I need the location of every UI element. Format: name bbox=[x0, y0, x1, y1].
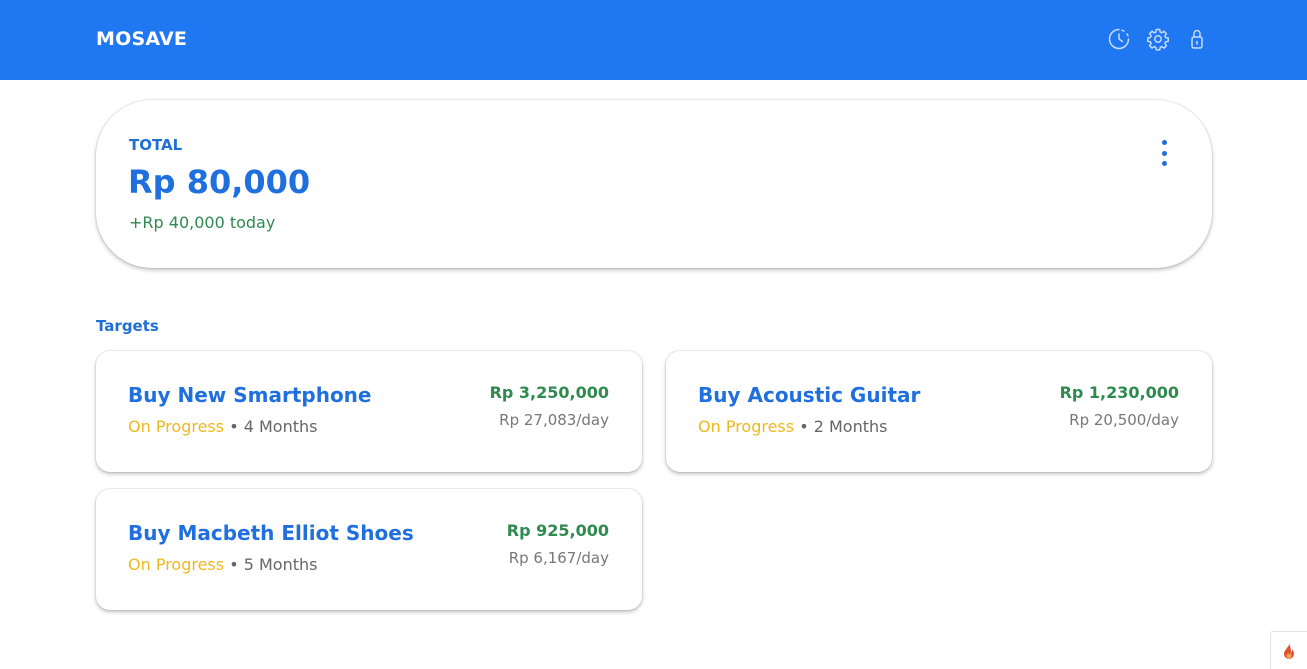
target-meta: On Progress • 5 Months bbox=[128, 555, 317, 574]
meta-separator: • bbox=[224, 417, 244, 436]
total-amount: Rp 80,000 bbox=[128, 163, 311, 201]
settings-icon[interactable] bbox=[1145, 26, 1171, 52]
more-options-icon[interactable] bbox=[1153, 138, 1175, 168]
target-meta: On Progress • 2 Months bbox=[698, 417, 887, 436]
target-title: Buy New Smartphone bbox=[128, 383, 372, 407]
brand-logo[interactable]: MOSAVE bbox=[96, 28, 187, 50]
kebab-dot bbox=[1161, 150, 1167, 156]
nav-icon-group bbox=[1106, 26, 1210, 52]
target-status: On Progress bbox=[128, 417, 225, 436]
top-navbar: MOSAVE bbox=[0, 0, 1307, 80]
lock-icon[interactable] bbox=[1184, 26, 1210, 52]
target-per-day: Rp 20,500/day bbox=[1069, 411, 1179, 429]
kebab-dot bbox=[1161, 140, 1167, 145]
meta-separator: • bbox=[224, 555, 244, 574]
kebab-dot bbox=[1161, 161, 1167, 166]
total-today-change: +Rp 40,000 today bbox=[129, 213, 276, 232]
target-meta: On Progress • 4 Months bbox=[128, 417, 317, 436]
target-amount: Rp 925,000 bbox=[506, 521, 609, 540]
target-card-guitar[interactable]: Buy Acoustic Guitar On Progress • 2 Mont… bbox=[666, 351, 1212, 472]
target-per-day: Rp 27,083/day bbox=[499, 411, 609, 429]
total-label: TOTAL bbox=[129, 136, 183, 154]
target-duration: 5 Months bbox=[243, 555, 318, 574]
target-title: Buy Acoustic Guitar bbox=[698, 383, 921, 407]
target-per-day: Rp 6,167/day bbox=[508, 549, 609, 567]
targets-section-title: Targets bbox=[96, 317, 159, 335]
total-balance-card: TOTAL Rp 80,000 +Rp 40,000 today bbox=[96, 100, 1212, 268]
target-amount: Rp 1,230,000 bbox=[1059, 383, 1179, 402]
meta-separator: • bbox=[794, 417, 814, 436]
target-duration: 4 Months bbox=[243, 417, 318, 436]
debug-toolbar-flame-icon[interactable] bbox=[1270, 631, 1307, 669]
target-amount: Rp 3,250,000 bbox=[489, 383, 609, 402]
target-card-shoes[interactable]: Buy Macbeth Elliot Shoes On Progress • 5… bbox=[96, 489, 642, 610]
target-status: On Progress bbox=[698, 417, 795, 436]
target-duration: 2 Months bbox=[813, 417, 888, 436]
history-icon[interactable] bbox=[1106, 26, 1132, 52]
target-card-smartphone[interactable]: Buy New Smartphone On Progress • 4 Month… bbox=[96, 351, 642, 472]
target-status: On Progress bbox=[128, 555, 225, 574]
target-title: Buy Macbeth Elliot Shoes bbox=[128, 521, 414, 545]
